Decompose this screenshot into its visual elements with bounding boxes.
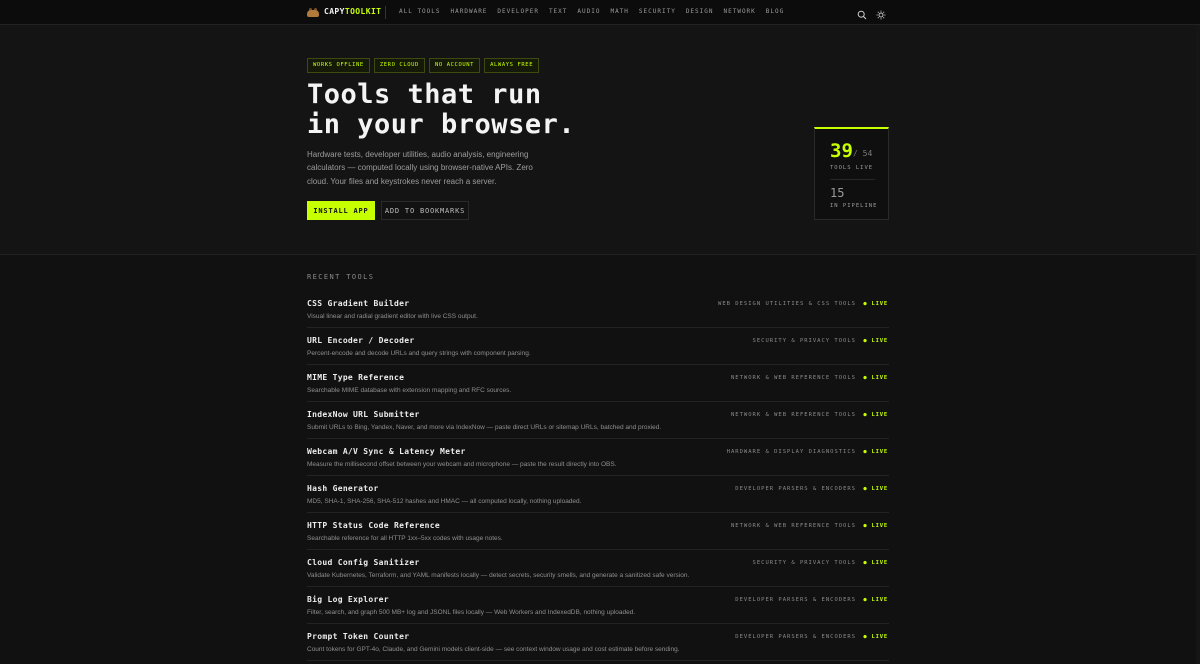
sun-icon[interactable]: [876, 7, 886, 20]
tool-category: HARDWARE & DISPLAY DIAGNOSTICS: [726, 449, 856, 455]
nav-item-network[interactable]: NETWORK: [724, 7, 756, 17]
tool-category: NETWORK & WEB REFERENCE TOOLS: [730, 412, 856, 418]
tool-category: SECURITY & PRIVACY TOOLS: [752, 338, 856, 344]
nav-item-security[interactable]: SECURITY: [639, 7, 676, 17]
live-status-badge: ● LIVE: [863, 412, 888, 418]
brand-name: CAPYTOOLKIT: [324, 7, 382, 16]
hero-title: Tools that run in your browser.: [307, 80, 607, 140]
live-status-badge: ● LIVE: [863, 449, 888, 455]
tool-row[interactable]: MIME Type Reference Searchable MIME data…: [307, 365, 889, 402]
tool-name[interactable]: Webcam A/V Sync & Latency Meter: [307, 447, 466, 457]
hero-title-line-1: Tools that run: [307, 79, 542, 110]
tool-category: NETWORK & WEB REFERENCE TOOLS: [730, 375, 856, 381]
nav-item-blog[interactable]: BLOG: [766, 7, 784, 17]
pipeline-label: IN PIPELINE: [830, 203, 878, 209]
tool-row[interactable]: CSS Gradient Builder Visual linear and r…: [307, 291, 889, 328]
brand-divider: [385, 6, 386, 19]
tool-category: NETWORK & WEB REFERENCE TOOLS: [730, 523, 856, 529]
tool-name[interactable]: URL Encoder / Decoder: [307, 336, 414, 346]
nav-item-text[interactable]: TEXT: [549, 7, 567, 17]
top-nav-bar: CAPYTOOLKIT ALL TOOLS HARDWARE DEVELOPER…: [0, 0, 1200, 25]
tool-description: Percent-encode and decode URLs and query…: [307, 350, 531, 357]
tool-description: Visual linear and radial gradient editor…: [307, 313, 478, 320]
tool-stats-card: 39 / 54 TOOLS LIVE 15 IN PIPELINE: [814, 127, 889, 220]
tool-category: DEVELOPER PARSERS & ENCODERS: [735, 597, 856, 603]
main-nav: ALL TOOLS HARDWARE DEVELOPER TEXT AUDIO …: [399, 7, 784, 17]
nav-item-design[interactable]: DESIGN: [686, 7, 714, 17]
tool-description: Searchable reference for all HTTP 1xx–5x…: [307, 535, 503, 542]
nav-item-hardware[interactable]: HARDWARE: [451, 7, 488, 17]
add-to-bookmarks-button[interactable]: ADD TO BOOKMARKS: [381, 201, 469, 220]
tool-name[interactable]: Big Log Explorer: [307, 595, 389, 605]
tool-category: DEVELOPER PARSERS & ENCODERS: [735, 634, 856, 640]
search-icon[interactable]: [857, 7, 867, 20]
tools-live-count: 39: [830, 140, 853, 162]
live-status-badge: ● LIVE: [863, 486, 888, 492]
recent-tools-heading: RECENT TOOLS: [307, 273, 375, 281]
tool-name[interactable]: Prompt Token Counter: [307, 632, 409, 642]
live-status-badge: ● LIVE: [863, 301, 888, 307]
tool-name[interactable]: MIME Type Reference: [307, 373, 404, 383]
capybara-logo-icon: [307, 7, 319, 17]
tool-name[interactable]: CSS Gradient Builder: [307, 299, 409, 309]
tool-row[interactable]: URL Encoder / Decoder Percent-encode and…: [307, 328, 889, 365]
tool-name[interactable]: IndexNow URL Submitter: [307, 410, 420, 420]
tools-live-label: TOOLS LIVE: [830, 165, 874, 171]
tool-row[interactable]: Cloud Config Sanitizer Validate Kubernet…: [307, 550, 889, 587]
tool-description: MD5, SHA-1, SHA-256, SHA-512 hashes and …: [307, 498, 582, 505]
live-status-badge: ● LIVE: [863, 338, 888, 344]
live-status-badge: ● LIVE: [863, 597, 888, 603]
tool-name[interactable]: Cloud Config Sanitizer: [307, 558, 420, 568]
live-status-badge: ● LIVE: [863, 560, 888, 566]
tool-description: Measure the millisecond offset between y…: [307, 461, 617, 468]
live-status-badge: ● LIVE: [863, 523, 888, 529]
nav-item-all-tools[interactable]: ALL TOOLS: [399, 7, 441, 17]
nav-item-math[interactable]: MATH: [610, 7, 628, 17]
badge-always-free: ALWAYS FREE: [484, 58, 540, 73]
tool-description: Submit URLs to Bing, Yandex, Naver, and …: [307, 424, 662, 431]
tool-row[interactable]: Prompt Token Counter Count tokens for GP…: [307, 624, 889, 661]
nav-item-audio[interactable]: AUDIO: [577, 7, 600, 17]
tools-total-count: / 54: [853, 149, 873, 158]
tool-row[interactable]: HTTP Status Code Reference Searchable re…: [307, 513, 889, 550]
nav-item-developer[interactable]: DEVELOPER: [497, 7, 539, 17]
tool-description: Filter, search, and graph 500 MB+ log an…: [307, 609, 636, 616]
tool-row[interactable]: Webcam A/V Sync & Latency Meter Measure …: [307, 439, 889, 476]
tool-category: WEB DESIGN UTILITIES & CSS TOOLS: [718, 301, 856, 307]
tool-row[interactable]: Big Log Explorer Filter, search, and gra…: [307, 587, 889, 624]
tool-category: DEVELOPER PARSERS & ENCODERS: [735, 486, 856, 492]
hero-section: WORKS OFFLINE ZERO CLOUD NO ACCOUNT ALWA…: [0, 25, 1200, 255]
page-scrollbar[interactable]: [1196, 25, 1200, 664]
tool-description: Count tokens for GPT-4o, Claude, and Gem…: [307, 646, 680, 653]
live-status-badge: ● LIVE: [863, 375, 888, 381]
hero-title-line-2: in your browser.: [307, 109, 576, 140]
tool-row[interactable]: IndexNow URL Submitter Submit URLs to Bi…: [307, 402, 889, 439]
badge-no-account: NO ACCOUNT: [428, 58, 481, 73]
recent-tools-list: CSS Gradient Builder Visual linear and r…: [307, 291, 889, 661]
tool-category: SECURITY & PRIVACY TOOLS: [752, 560, 856, 566]
tool-description: Validate Kubernetes, Terraform, and YAML…: [307, 572, 690, 579]
tool-description: Searchable MIME database with extension …: [307, 387, 512, 394]
install-app-button[interactable]: INSTALL APP: [307, 201, 375, 220]
tool-row[interactable]: Hash Generator MD5, SHA-1, SHA-256, SHA-…: [307, 476, 889, 513]
pipeline-count: 15: [830, 186, 845, 200]
stats-divider: [830, 179, 875, 180]
tool-name[interactable]: HTTP Status Code Reference: [307, 521, 440, 531]
feature-badges: WORKS OFFLINE ZERO CLOUD NO ACCOUNT ALWA…: [307, 58, 540, 73]
hero-description: Hardware tests, developer utilities, aud…: [307, 150, 533, 186]
badge-zero-cloud: ZERO CLOUD: [373, 58, 425, 73]
badge-works-offline: WORKS OFFLINE: [307, 58, 370, 73]
tool-name[interactable]: Hash Generator: [307, 484, 379, 494]
brand-logo-link[interactable]: CAPYTOOLKIT: [307, 6, 381, 18]
live-status-badge: ● LIVE: [863, 634, 888, 640]
